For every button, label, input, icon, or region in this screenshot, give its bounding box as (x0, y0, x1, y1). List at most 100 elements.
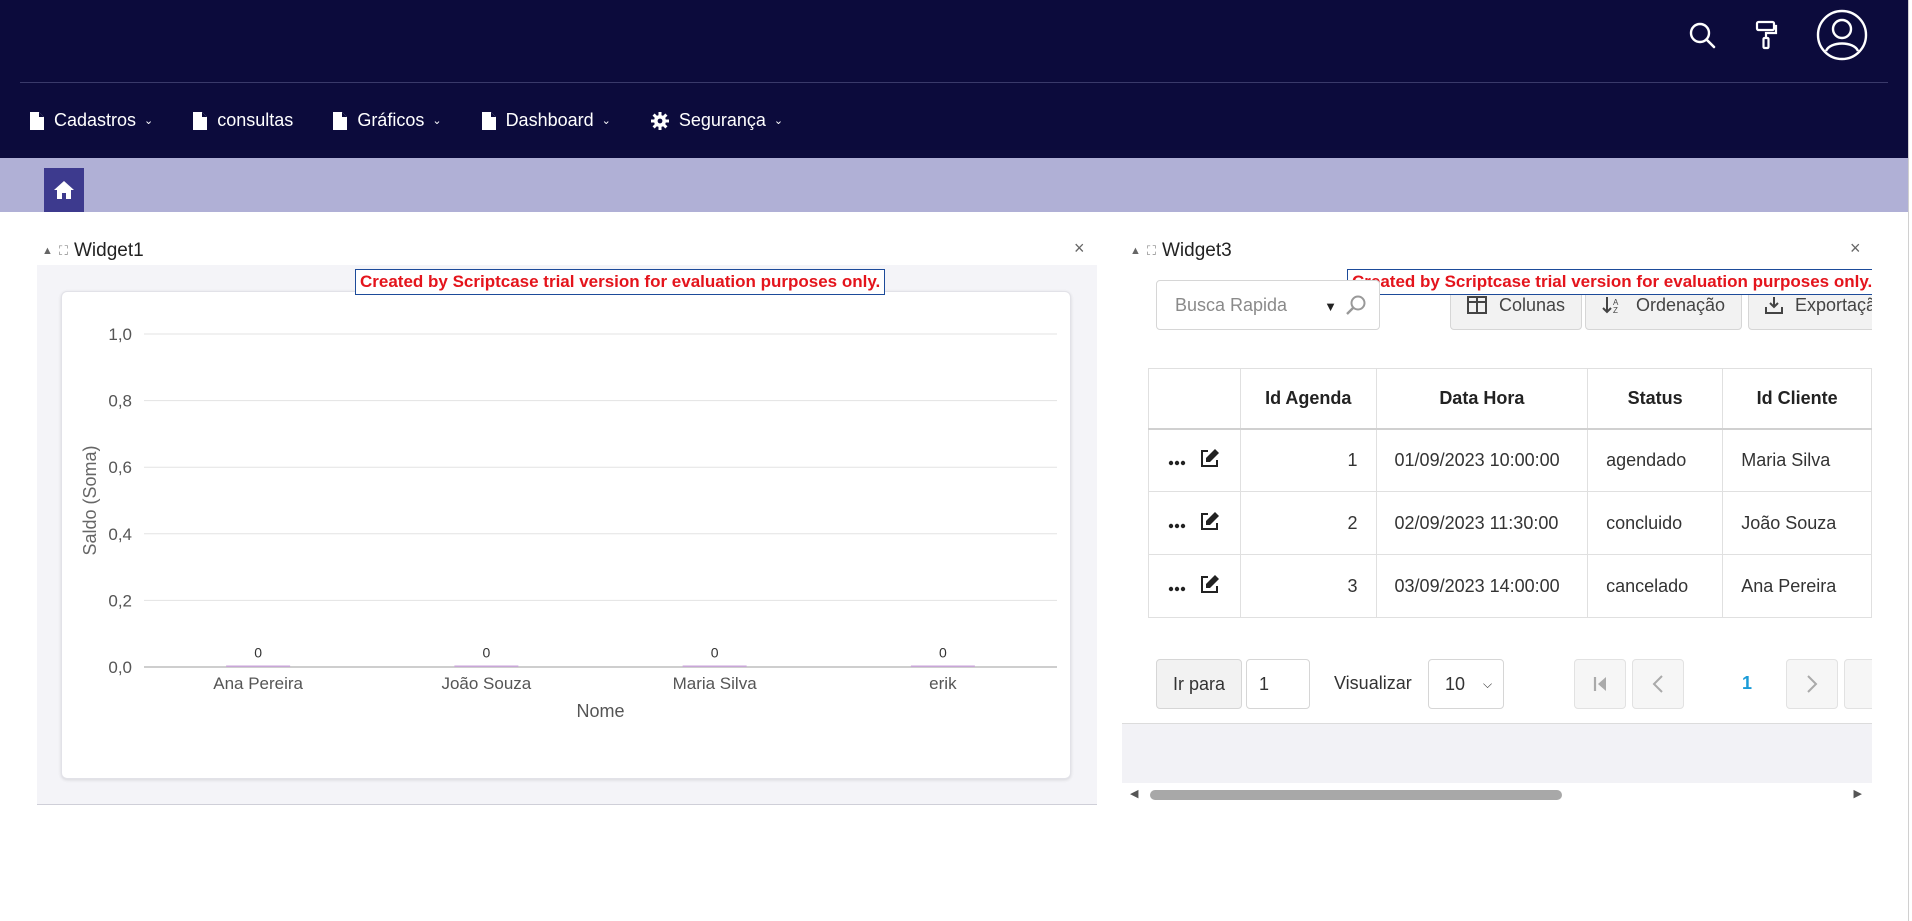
goto-page-input[interactable]: 1 (1246, 659, 1310, 709)
widget3-title: Widget3 (1162, 240, 1232, 261)
download-icon (1765, 297, 1783, 314)
trial-notice-banner: Created by Scriptcase trial version for … (355, 269, 886, 295)
x-tick-label: João Souza (441, 674, 531, 693)
menu-item-label: consultas (217, 110, 294, 130)
collapse-caret-icon[interactable]: ▲ (42, 245, 53, 257)
y-tick-label: 0,4 (108, 525, 132, 544)
last-page-button[interactable] (1844, 659, 1872, 709)
menu-item-graficos[interactable]: Gráficos ⌄ (333, 110, 442, 131)
more-options-icon[interactable] (1168, 576, 1186, 597)
columns-label: Colunas (1499, 294, 1566, 315)
rows-per-page-select[interactable]: 10 ⌵ (1428, 659, 1504, 709)
edit-icon[interactable] (1200, 511, 1220, 536)
chevron-down-icon: ⌄ (144, 115, 154, 127)
user-avatar-icon[interactable] (1816, 9, 1868, 61)
collapse-caret-icon[interactable]: ▲ (1130, 245, 1141, 257)
menu-item-dashboard[interactable]: Dashboard ⌄ (481, 110, 611, 131)
menu-item-consultas[interactable]: consultas (193, 110, 293, 131)
menu-item-cadastros[interactable]: Cadastros ⌄ (30, 110, 153, 131)
top-navbar: Cadastros ⌄ consultas Gráficos ⌄ Dashboa… (0, 0, 1908, 158)
expand-icon[interactable]: ⛶ (1147, 243, 1156, 259)
cell-client: João Souza (1722, 491, 1872, 555)
columns-icon (1467, 296, 1487, 314)
document-icon (481, 111, 496, 130)
y-tick-label: 1,0 (108, 325, 132, 344)
menu-item-seguranca[interactable]: Segurança ⌄ (650, 110, 783, 131)
sort-label: Ordenação (1636, 294, 1726, 315)
menu-item-label: Segurança (678, 110, 766, 130)
widget3-close-icon[interactable]: × (1850, 238, 1861, 259)
cell-datetime: 01/09/2023 10:00:00 (1375, 428, 1589, 492)
goto-page-button[interactable]: Ir para (1156, 659, 1242, 709)
document-icon (30, 111, 44, 130)
search-icon[interactable] (1688, 21, 1716, 49)
rows-per-page-value: 10 (1445, 673, 1466, 694)
scroll-left-icon[interactable]: ◀ (1130, 787, 1138, 800)
previous-page-button[interactable] (1632, 659, 1684, 709)
next-page-button[interactable] (1786, 659, 1838, 709)
edit-icon[interactable] (1200, 448, 1220, 473)
scroll-right-icon[interactable]: ▶ (1854, 787, 1862, 800)
cell-status: concluido (1587, 491, 1724, 555)
cell-id: 3 (1239, 554, 1377, 618)
bar (454, 665, 519, 667)
bar (226, 665, 291, 667)
chart-card: 0,0 0,2 0,4 0,6 0,8 1,0 0 Ana Pereira 0 João Souz… (61, 291, 1071, 779)
bar (910, 665, 975, 667)
cell-id: 1 (1239, 428, 1377, 492)
widget1-body: 0,0 0,2 0,4 0,6 0,8 1,0 0 Ana Pereira 0 João Souz… (37, 265, 1097, 805)
caret-down-icon[interactable]: ▼ (1324, 299, 1337, 314)
chevron-right-icon (1807, 675, 1818, 693)
scrollbar-thumb[interactable] (1150, 790, 1562, 800)
gear-icon (650, 111, 669, 130)
table-row: 2 02/09/2023 11:30:00 concluido João Sou… (1148, 491, 1872, 555)
table-row: 1 01/09/2023 10:00:00 agendado Maria Sil… (1148, 428, 1872, 492)
horizontal-scrollbar[interactable]: ◀ ▶ (1122, 783, 1872, 805)
results-table: Id Agenda Data Hora Status Id Cliente 1 … (1148, 368, 1872, 618)
menu-item-label: Gráficos (357, 110, 425, 130)
cell-client: Maria Silva (1722, 428, 1872, 492)
row-actions (1148, 428, 1241, 492)
bar-chart: 0,0 0,2 0,4 0,6 0,8 1,0 0 Ana Pereira 0 João Souz… (80, 325, 1057, 721)
quick-search-input[interactable]: Busca Rapida ▼ (1156, 280, 1380, 330)
y-tick-label: 0,8 (108, 392, 132, 411)
y-axis-title: Saldo (Soma) (80, 445, 100, 555)
search-icon[interactable] (1345, 294, 1367, 316)
column-header[interactable]: Id Agenda (1239, 368, 1377, 430)
more-options-icon[interactable] (1168, 450, 1186, 471)
row-actions (1148, 554, 1241, 618)
table-row: 3 03/09/2023 14:00:00 cancelado Ana Pere… (1148, 554, 1872, 618)
home-button[interactable] (44, 168, 84, 212)
cell-datetime: 03/09/2023 14:00:00 (1375, 554, 1589, 618)
cell-id: 2 (1239, 491, 1377, 555)
home-icon (54, 181, 74, 199)
first-page-button[interactable] (1574, 659, 1626, 709)
data-label: 0 (939, 645, 947, 661)
x-tick-label: Maria Silva (673, 674, 758, 693)
y-tick-label: 0,2 (108, 591, 132, 610)
column-header[interactable]: Status (1587, 368, 1724, 430)
chevron-down-icon: ⌄ (601, 115, 611, 127)
document-icon (333, 111, 348, 130)
rows-per-page-label: Visualizar (1334, 673, 1412, 693)
chevron-left-icon (1652, 675, 1663, 693)
export-label: Exportação (1795, 294, 1872, 315)
paint-roller-icon[interactable] (1754, 20, 1778, 50)
cell-status: cancelado (1587, 554, 1724, 618)
more-options-icon[interactable] (1168, 513, 1186, 534)
expand-icon[interactable]: ⛶ (59, 243, 68, 259)
column-header[interactable]: Data Hora (1375, 368, 1589, 430)
pagination-bar: Ir para 1 Visualizar 10 ⌵ 1 (1156, 659, 1872, 711)
current-page-number[interactable]: 1 (1742, 673, 1752, 694)
edit-icon[interactable] (1200, 574, 1220, 599)
actions-header (1148, 368, 1241, 430)
data-label: 0 (254, 645, 262, 661)
cell-client: Ana Pereira (1722, 554, 1872, 618)
widget1-title: Widget1 (74, 240, 144, 261)
header-divider (20, 82, 1888, 83)
table-header-row: Id Agenda Data Hora Status Id Cliente (1148, 368, 1872, 430)
window-edge (1908, 0, 1912, 921)
column-header[interactable]: Id Cliente (1722, 368, 1872, 430)
menu-item-label: Dashboard (505, 110, 594, 130)
widget1-close-icon[interactable]: × (1074, 238, 1085, 259)
